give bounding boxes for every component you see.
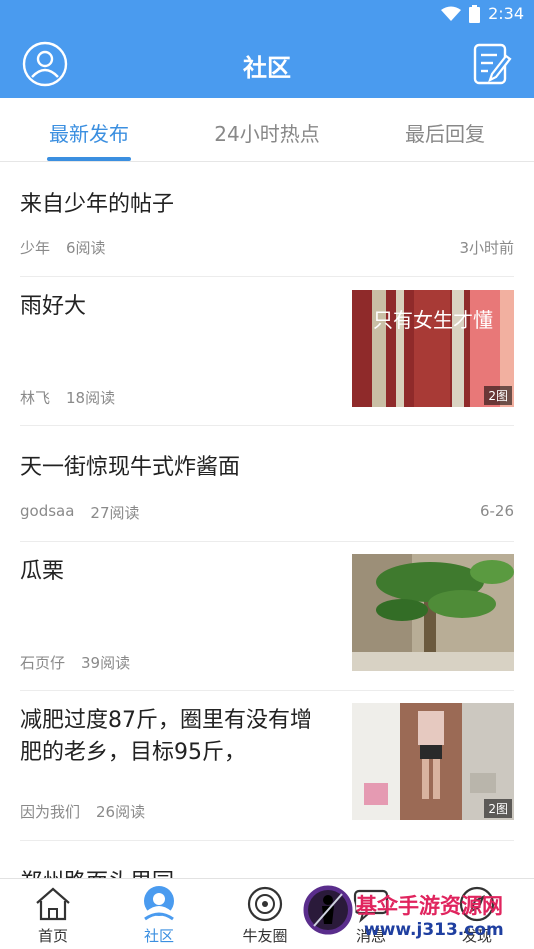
compose-icon[interactable] (472, 42, 512, 86)
nav-home[interactable]: 首页 (0, 879, 106, 949)
status-bar: 2:34 (0, 0, 534, 30)
post-item[interactable]: 雨好大 林飞 18阅读 只有女生才懂 2图 (20, 277, 514, 426)
post-title: 雨好大 (20, 294, 87, 319)
home-icon (36, 887, 70, 921)
post-meta: godsaa 27阅读 (20, 502, 140, 523)
post-item[interactable]: 来自少年的帖子 少年 6阅读 3小时前 (20, 163, 514, 277)
watermark-url: www.j313.com (364, 920, 504, 940)
page-title: 社区 (243, 54, 291, 82)
post-reads: 27阅读 (90, 504, 140, 522)
nav-label: 社区 (143, 927, 174, 945)
post-author: 石页仔 (20, 654, 66, 672)
community-icon (144, 886, 174, 921)
watermark-logo (300, 882, 356, 938)
circle-icon (247, 886, 283, 922)
post-thumbnail[interactable] (352, 554, 514, 671)
post-author: godsaa (20, 502, 75, 520)
thumbnail-image (352, 554, 514, 671)
status-time: 2:34 (488, 4, 524, 23)
post-author: 因为我们 (20, 803, 81, 821)
status-icons: 2:34 (441, 4, 524, 23)
nav-community[interactable]: 社区 (106, 879, 212, 949)
post-author: 林飞 (20, 389, 51, 407)
image-count-badge: 2图 (484, 386, 512, 405)
post-title: 天一街惊现牛式炸酱面 (20, 455, 241, 480)
post-title: 郑州路面头里园 (20, 867, 174, 878)
post-item[interactable]: 天一街惊现牛式炸酱面 godsaa 27阅读 6-26 (20, 426, 514, 542)
post-meta: 林飞 18阅读 (20, 387, 115, 408)
tab-latest[interactable]: 最新发布 (0, 118, 178, 147)
tab-indicator (47, 157, 131, 161)
thumbnail-caption: 只有女生才懂 (373, 308, 493, 332)
post-reads: 18阅读 (66, 389, 116, 407)
post-item[interactable]: 郑州路面头里园 (20, 841, 514, 878)
post-time: 6-26 (479, 502, 514, 520)
post-time: 3小时前 (459, 239, 514, 257)
battery-icon (469, 4, 481, 23)
post-thumbnail[interactable]: 只有女生才懂 2图 (352, 290, 514, 407)
post-item[interactable]: 瓜栗 石页仔 39阅读 (20, 542, 514, 691)
nav-label: 首页 (37, 927, 68, 945)
post-meta: 石页仔 39阅读 (20, 652, 130, 673)
post-feed[interactable]: 来自少年的帖子 少年 6阅读 3小时前 雨好大 林飞 18阅读 只有女生才懂 2… (0, 163, 534, 878)
tab-24h-hot[interactable]: 24小时热点 (178, 118, 356, 147)
post-reads: 6阅读 (66, 239, 106, 257)
post-title: 瓜栗 (20, 559, 65, 584)
post-title: 来自少年的帖子 (20, 192, 175, 217)
post-meta: 因为我们 26阅读 (20, 801, 145, 822)
image-count-badge: 2图 (484, 799, 512, 818)
watermark-title: 基伞手游资源网 (356, 894, 503, 918)
app-bar: 社区 (0, 30, 534, 98)
post-thumbnail[interactable]: 2图 (352, 703, 514, 820)
post-title-line-2: 肥的老乡，目标95斤， (20, 740, 246, 765)
tab-bar: 最新发布 24小时热点 最后回复 (0, 98, 534, 162)
post-reads: 39阅读 (81, 654, 131, 672)
post-title-line-1: 减肥过度87斤，圈里有没有增 (20, 708, 312, 733)
watermark: 基伞手游资源网 www.j313.com (298, 878, 534, 949)
wifi-icon (441, 6, 462, 21)
post-meta: 少年 6阅读 (20, 237, 106, 258)
post-author: 少年 (20, 239, 51, 257)
post-reads: 26阅读 (96, 803, 146, 821)
post-item[interactable]: 减肥过度87斤，圈里有没有增 肥的老乡，目标95斤， 因为我们 26阅读 2图 (20, 691, 514, 841)
tab-last-reply[interactable]: 最后回复 (356, 118, 534, 147)
